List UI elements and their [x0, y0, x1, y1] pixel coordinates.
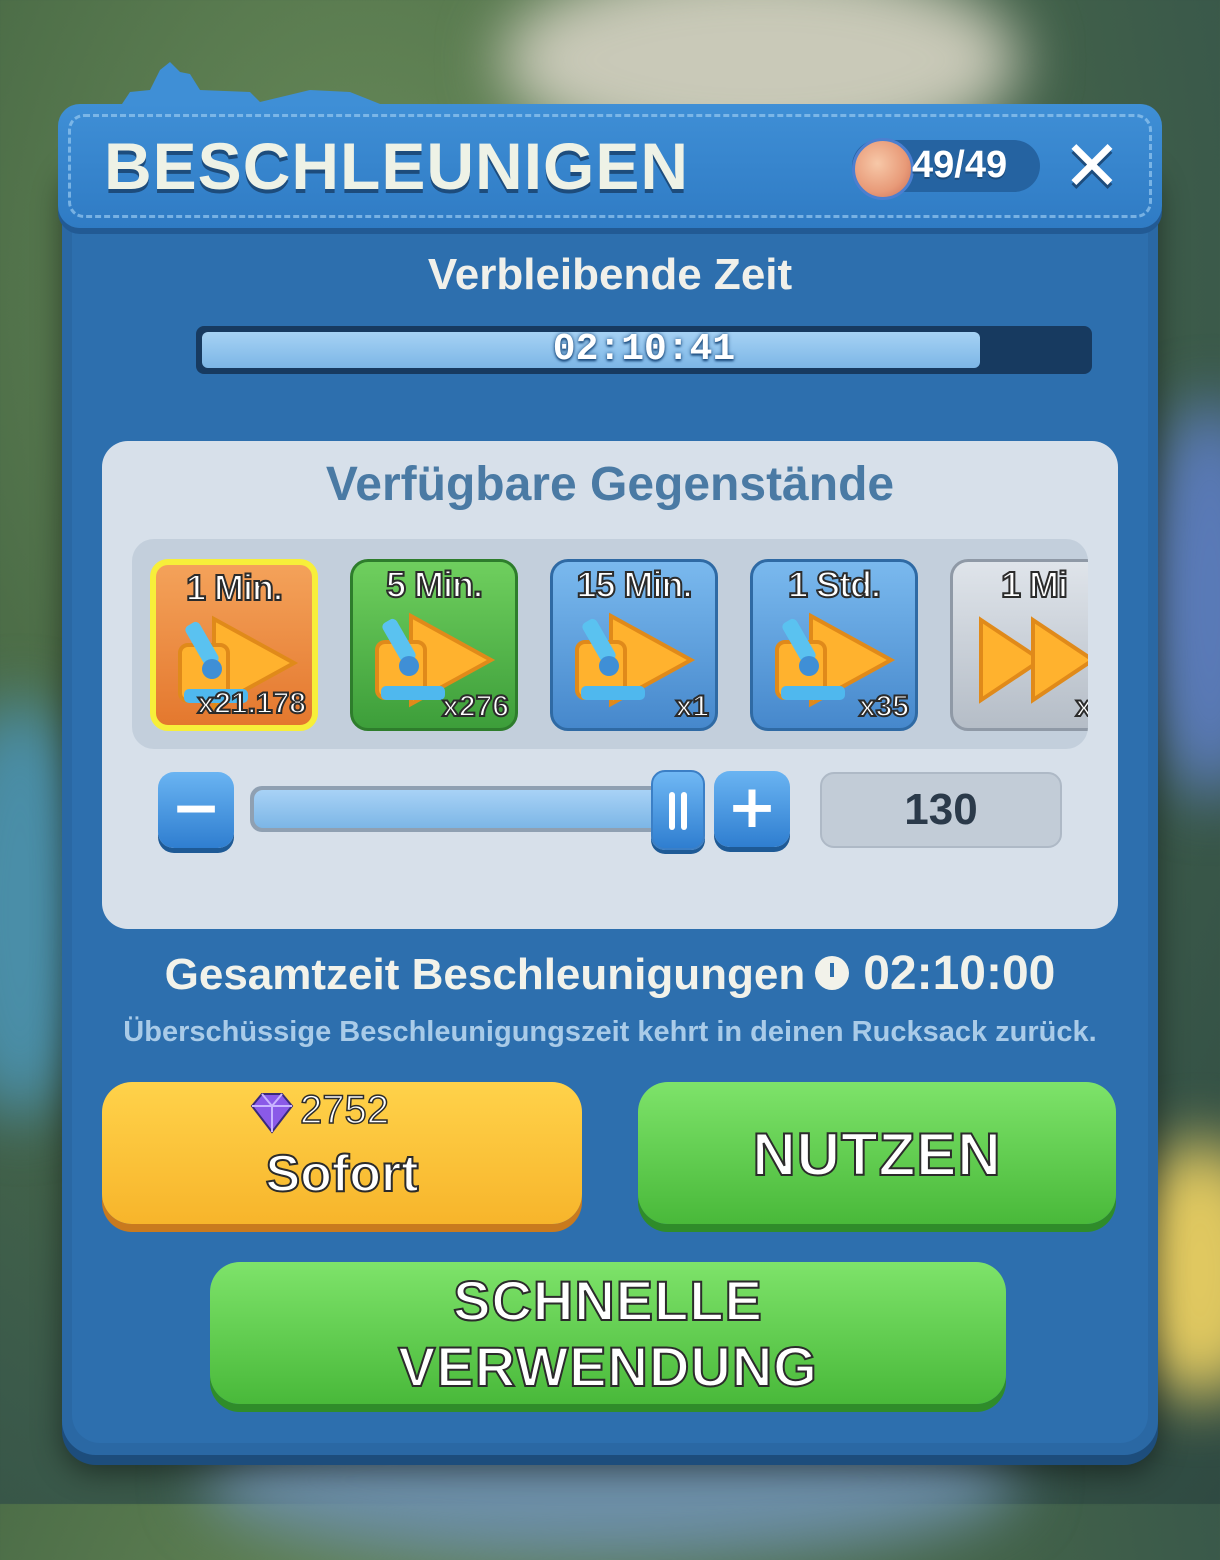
remaining-time-bar: 02:10:41 [196, 326, 1092, 374]
item-duration: 1 Min. [185, 566, 284, 609]
total-speedup-label: Gesamtzeit Beschleunigungen [164, 950, 806, 999]
total-speedup-time: 02:10:00 [863, 947, 1056, 1000]
quantity-slider[interactable] [250, 770, 705, 850]
instant-gem-cost: 2752 [299, 1087, 389, 1133]
alliance-help-counter[interactable]: 49/49 [852, 138, 1040, 200]
quantity-slider-fill [254, 790, 678, 828]
quantity-slider-handle[interactable] [650, 770, 705, 850]
item-count: x35 [858, 689, 910, 724]
increase-quantity-button[interactable]: + [714, 771, 790, 847]
stopwatch-icon [815, 956, 850, 991]
dialog-title: BESCHLEUNIGEN [104, 129, 690, 203]
available-items-panel: Verfügbare Gegenstände 1 Min. x21.178 5 … [102, 441, 1118, 929]
items-carousel[interactable]: 1 Min. x21.178 5 Min. x276 15 Min. x1 1 … [132, 539, 1088, 749]
item-count: x21.178 [197, 686, 307, 721]
item-duration: 15 Min. [575, 563, 693, 606]
item-count: x5 [1075, 689, 1088, 724]
quick-use-label-line1: SCHNELLE [452, 1268, 763, 1333]
quick-use-button[interactable]: SCHNELLE VERWENDUNG [210, 1262, 1006, 1404]
item-card[interactable]: 1 Std. x35 [750, 559, 918, 731]
total-speedup-summary: Gesamtzeit Beschleunigungen 02:10:00 [0, 946, 1220, 1001]
item-card[interactable]: 1 Mi x5 [950, 559, 1088, 731]
handshake-icon [852, 138, 914, 200]
close-icon[interactable]: ✕ [1062, 131, 1122, 201]
quantity-field[interactable]: 130 [820, 772, 1062, 848]
alliance-help-count: 49/49 [912, 144, 1008, 186]
decrease-quantity-button[interactable]: − [158, 772, 234, 848]
item-card[interactable]: 1 Min. x21.178 [150, 559, 318, 731]
use-button-label: NUTZEN [751, 1120, 1002, 1189]
quick-use-label-line2: VERWENDUNG [397, 1334, 818, 1399]
instant-finish-button[interactable]: 2752 Sofort [102, 1082, 582, 1224]
item-duration: 5 Min. [385, 563, 484, 606]
excess-time-note: Überschüssige Beschleunigungszeit kehrt … [123, 1016, 1097, 1048]
available-items-title: Verfügbare Gegenstände [325, 458, 895, 511]
item-duration: 1 Mi [1000, 563, 1069, 606]
instant-finish-label: Sofort [264, 1144, 419, 1204]
item-card[interactable]: 5 Min. x276 [350, 559, 518, 731]
use-button[interactable]: NUTZEN [638, 1082, 1116, 1224]
item-count: x1 [675, 689, 710, 724]
item-card[interactable]: 15 Min. x1 [550, 559, 718, 731]
gem-icon [250, 1093, 294, 1134]
fastforward-icon [979, 616, 1088, 704]
item-count: x276 [441, 689, 510, 724]
remaining-time-label: Verbleibende Zeit [427, 250, 793, 299]
item-duration: 1 Std. [787, 563, 882, 606]
remaining-time-value: 02:10:41 [552, 328, 736, 371]
